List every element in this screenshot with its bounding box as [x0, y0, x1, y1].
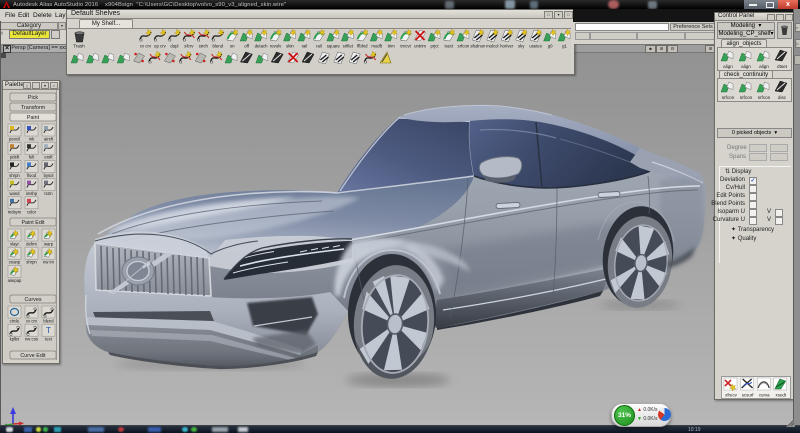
svg-text:srfilet: srfilet [343, 44, 354, 49]
svg-text:revolv: revolv [270, 44, 282, 49]
svg-text:ink: ink [29, 137, 35, 142]
svg-text:align: align [741, 64, 751, 69]
svg-text:strch: strch [199, 44, 209, 49]
svg-text:shrpn: shrpn [9, 173, 20, 178]
svg-text:pencil: pencil [9, 137, 20, 142]
svg-text:blend: blend [212, 44, 223, 49]
svg-text:rail: rail [302, 44, 308, 49]
svg-text:cv crv: cv crv [140, 44, 152, 49]
svg-text:g0: g0 [548, 44, 553, 49]
svg-text:cnanp: cnanp [9, 260, 21, 265]
svg-text:xlayr: xlayr [10, 242, 19, 247]
svg-text:txtrn: txtrn [44, 191, 53, 196]
svg-text:Curve Edit: Curve Edit [20, 353, 46, 359]
svg-text:Transform: Transform [21, 105, 46, 111]
svg-text:blend: blend [43, 319, 54, 324]
svg-text:color: color [27, 209, 37, 214]
svg-text:xfrecv: xfrecv [725, 393, 738, 398]
svg-text:sfcrv: sfcrv [184, 44, 194, 49]
svg-text:srfcon: srfcon [722, 95, 735, 100]
svg-text:disc: disc [778, 95, 787, 100]
svg-text:text: text [45, 337, 53, 342]
svg-text:sfsdnon: sfsdnon [470, 44, 486, 49]
svg-text:asepap: asepap [8, 278, 22, 283]
svg-text:mulcol: mulcol [486, 44, 498, 49]
svg-text:modft: modft [371, 44, 383, 49]
svg-text:sky: sky [518, 44, 525, 49]
svg-text:trim: trim [388, 44, 396, 49]
svg-text:pdsft: pdsft [10, 155, 20, 160]
svg-text:nw im: nw im [43, 260, 54, 265]
svg-text:scsurf: scsurf [742, 393, 754, 398]
svg-text:prjct: prjct [430, 44, 439, 49]
svg-text:horiver: horiver [500, 44, 514, 49]
svg-text:srfcon: srfcon [758, 95, 771, 100]
svg-text:flood: flood [27, 173, 37, 178]
svg-text:airsft: airsft [44, 137, 54, 142]
svg-text:usetex: usetex [529, 44, 543, 49]
svg-text:imshp: imshp [26, 191, 38, 196]
svg-text:Pick: Pick [28, 95, 38, 101]
svg-text:g1: g1 [562, 44, 567, 49]
svg-text:shrpn: shrpn [26, 260, 37, 265]
svg-text:Paint Edit: Paint Edit [21, 220, 45, 226]
svg-text:ersft: ersft [44, 155, 53, 160]
svg-text:dtset: dtset [777, 64, 788, 69]
svg-text:isect: isect [445, 44, 455, 49]
svg-text:trncvt: trncvt [400, 44, 411, 49]
svg-text:untrim: untrim [414, 44, 426, 49]
svg-text:wand: wand [9, 191, 20, 196]
svg-text:defrm: defrm [26, 242, 37, 247]
svg-text:felt: felt [29, 155, 35, 160]
svg-text:curva: curva [759, 393, 770, 398]
svg-text:srfcon: srfcon [740, 95, 753, 100]
svg-text:circle: circle [10, 319, 20, 324]
svg-text:cv crv: cv crv [26, 319, 38, 324]
svg-text:warp: warp [44, 242, 54, 247]
svg-text:square: square [327, 44, 341, 49]
svg-text:bysol: bysol [44, 173, 54, 178]
svg-text:ep crv: ep crv [154, 44, 167, 49]
svg-text:off: off [244, 44, 250, 49]
svg-text:align: align [723, 64, 733, 69]
svg-text:ffblnd: ffblnd [357, 44, 368, 49]
svg-text:mdsym: mdsym [8, 209, 22, 214]
svg-text:Trash: Trash [73, 44, 85, 49]
svg-text:detach: detach [255, 44, 269, 49]
svg-text:T: T [46, 326, 51, 335]
svg-text:rail: rail [316, 44, 322, 49]
svg-text:Curves: Curves [24, 297, 41, 303]
svg-text:srfcon: srfcon [458, 44, 470, 49]
svg-text:Paint: Paint [27, 115, 40, 121]
svg-text:kplbx: kplbx [10, 337, 21, 342]
svg-text:on: on [230, 44, 235, 49]
svg-text:skin: skin [286, 44, 294, 49]
svg-text:xsedt: xsedt [776, 393, 787, 398]
svg-text:nw cos: nw cos [25, 337, 38, 342]
svg-text:align: align [759, 64, 769, 69]
svg-text:dupl: dupl [170, 44, 178, 49]
